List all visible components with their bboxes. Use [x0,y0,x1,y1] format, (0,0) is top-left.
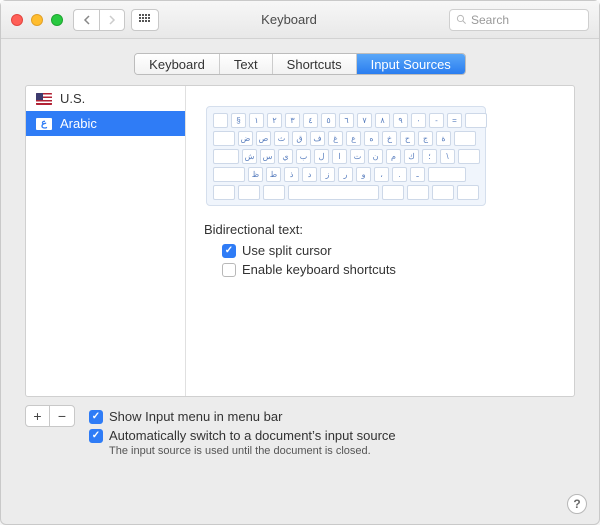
search-input[interactable]: Search [449,9,589,31]
footer: + − ✓ Show Input menu in menu bar ✓ Auto… [25,405,575,457]
auto-switch-row[interactable]: ✓ Automatically switch to a document’s i… [89,428,575,443]
source-detail: §١٢٣٤٥٦٧٨٩٠-=ضصثقفغعهخحجةشسيبلاتنمك؛\ظطذ… [186,86,574,396]
search-placeholder: Search [471,13,509,27]
tab-keyboard[interactable]: Keyboard [135,54,220,74]
flag-ar-icon: ع [36,118,52,130]
tabs-row: Keyboard Text Shortcuts Input Sources [1,39,599,85]
nav-buttons [73,9,125,31]
tab-shortcuts[interactable]: Shortcuts [273,54,357,74]
add-remove-buttons: + − [25,405,75,427]
kb-shortcuts-row[interactable]: Enable keyboard shortcuts [222,262,556,277]
split-cursor-checkbox[interactable]: ✓ [222,244,236,258]
titlebar: Keyboard Search [1,1,599,39]
show-input-menu-row[interactable]: ✓ Show Input menu in menu bar [89,409,575,424]
input-source-item-arabic[interactable]: ع Arabic [26,111,185,136]
grid-icon [139,14,151,26]
add-button[interactable]: + [26,406,50,426]
tab-input-sources[interactable]: Input Sources [357,54,465,74]
back-button[interactable] [73,9,99,31]
kb-shortcuts-checkbox[interactable] [222,263,236,277]
keyboard-preview: §١٢٣٤٥٦٧٨٩٠-=ضصثقفغعهخحجةشسيبلاتنمك؛\ظطذ… [206,106,486,206]
window-controls [11,14,63,26]
split-cursor-label: Use split cursor [242,243,332,258]
forward-button[interactable] [99,9,125,31]
minimize-icon[interactable] [31,14,43,26]
tab-text[interactable]: Text [220,54,273,74]
tabs: Keyboard Text Shortcuts Input Sources [134,53,466,75]
footer-options: ✓ Show Input menu in menu bar ✓ Automati… [89,405,575,457]
help-button[interactable]: ? [567,494,587,514]
input-source-label: U.S. [60,91,85,106]
flag-us-icon [36,93,52,105]
preferences-window: Keyboard Search Keyboard Text Shortcuts … [0,0,600,525]
kb-shortcuts-label: Enable keyboard shortcuts [242,262,396,277]
zoom-icon[interactable] [51,14,63,26]
auto-switch-label: Automatically switch to a document’s inp… [109,428,396,443]
show-all-button[interactable] [131,9,159,31]
search-icon [456,14,467,25]
window-title: Keyboard [169,12,449,27]
split-cursor-row[interactable]: ✓ Use split cursor [222,243,556,258]
auto-switch-checkbox[interactable]: ✓ [89,429,103,443]
bidi-section-label: Bidirectional text: [204,222,556,237]
input-sources-list: U.S. ع Arabic [26,86,186,396]
close-icon[interactable] [11,14,23,26]
content-panel: U.S. ع Arabic §١٢٣٤٥٦٧٨٩٠-=ضصثقفغعهخحجةش… [25,85,575,397]
remove-button[interactable]: − [50,406,74,426]
input-source-item-us[interactable]: U.S. [26,86,185,111]
input-source-label: Arabic [60,116,97,131]
auto-switch-hint: The input source is used until the docum… [109,445,575,457]
show-input-menu-label: Show Input menu in menu bar [109,409,282,424]
show-input-menu-checkbox[interactable]: ✓ [89,410,103,424]
